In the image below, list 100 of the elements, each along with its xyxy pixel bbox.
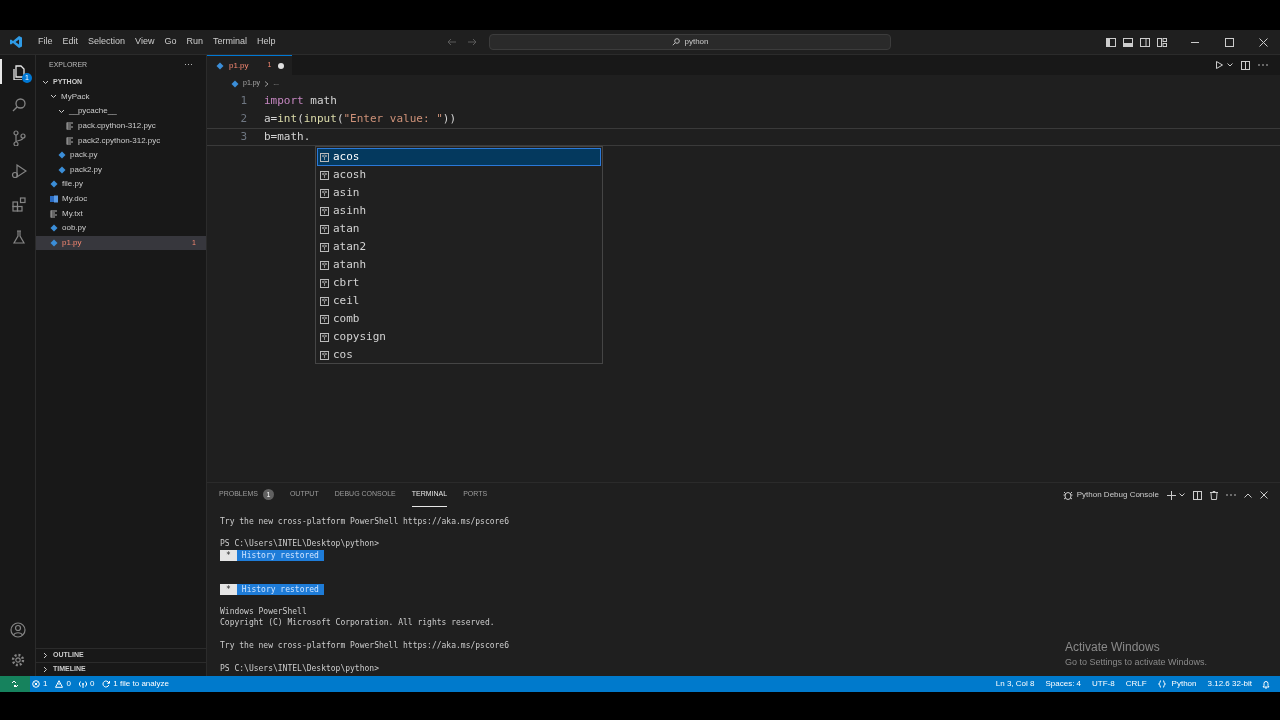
code-line: b=math. [264, 128, 311, 145]
maximize-icon[interactable] [1225, 37, 1234, 47]
suggestion-item[interactable]: cbrt [317, 274, 601, 292]
terminal-line: Try the new cross-platform PowerShell https://aka.ms/pscore6 [220, 515, 509, 528]
terminal-line: Copyright (C) Microsoft Corporation. All rights reserved. [220, 617, 495, 630]
chevron-down-icon[interactable] [1179, 493, 1185, 497]
search-text: python [684, 36, 709, 48]
line-number: 1 [239, 92, 247, 109]
toggle-panel-icon[interactable] [1123, 37, 1133, 47]
run-icon[interactable] [1216, 61, 1223, 69]
run-debug-icon [10, 162, 27, 179]
menu-item[interactable]: File [34, 34, 57, 50]
settings-icon[interactable] [9, 652, 26, 668]
split-layout-icon[interactable] [1140, 37, 1150, 47]
tree-item[interactable]: My.txt [36, 206, 206, 221]
suggestion-item[interactable]: acosh [317, 166, 601, 184]
history-marker: * [220, 550, 237, 562]
code-line: import math [264, 92, 337, 109]
account-icon[interactable] [9, 622, 26, 638]
suggestion-item[interactable]: copysign [317, 328, 601, 346]
remote-button[interactable] [0, 676, 30, 692]
menu-item[interactable]: Run [182, 34, 207, 50]
menu-item[interactable]: View [131, 34, 159, 50]
line-number: 3 [239, 128, 247, 145]
suggestion-item[interactable]: atanh [317, 256, 601, 274]
suggestion-item[interactable]: atan [317, 220, 601, 238]
tree-item[interactable]: oob.py [36, 220, 206, 236]
menu-item[interactable]: Edit [58, 34, 83, 50]
source-control-icon [10, 129, 27, 146]
cube-icon [320, 152, 329, 162]
chevron-down-icon[interactable] [1227, 63, 1233, 67]
sync-icon [102, 680, 111, 688]
close-icon[interactable] [1260, 491, 1268, 499]
tree-item[interactable]: My.doc [36, 191, 206, 207]
suggestion-item[interactable]: cos [317, 346, 601, 364]
close-icon[interactable] [1259, 37, 1268, 47]
tree-item[interactable]: __pycache__ [36, 104, 206, 119]
toggle-sidebar-icon[interactable] [1106, 37, 1116, 47]
document-file-icon [50, 195, 58, 204]
more-actions-button[interactable]: ··· [184, 58, 193, 72]
status-item[interactable]: 3.12.6 32-bit [1207, 678, 1252, 690]
files-icon [10, 63, 27, 80]
suggestion-item[interactable]: comb [317, 310, 601, 328]
history-restored-label: History restored [236, 550, 324, 562]
cube-icon [320, 224, 329, 234]
trash-icon[interactable] [1210, 490, 1218, 500]
back-arrow-icon[interactable] [447, 38, 458, 46]
cube-icon [320, 260, 329, 270]
search-field[interactable]: python [489, 34, 892, 50]
flask-icon [10, 228, 27, 245]
history-restored-label: History restored [236, 583, 324, 595]
menu-item[interactable]: Help [252, 34, 280, 50]
terminal-line: PS C:\Users\INTEL\Desktop\python> [220, 538, 379, 551]
bell-icon[interactable] [1262, 679, 1270, 689]
split-editor-icon[interactable] [1241, 60, 1250, 70]
menu-item[interactable]: Selection [84, 34, 130, 50]
tree-item[interactable]: MyPack [36, 89, 206, 105]
status-item[interactable]: Spaces: 4 [1045, 678, 1082, 690]
menu-item[interactable]: Terminal [208, 34, 251, 50]
bug-icon [1062, 490, 1073, 500]
antenna-icon [78, 680, 87, 688]
activation-message: Go to Settings to activate Windows. [1065, 656, 1208, 669]
tree-item[interactable]: file.py [36, 177, 206, 192]
activation-title: Activate Windows [1065, 639, 1161, 655]
terminal-line: Windows PowerShell [220, 606, 307, 618]
cube-icon [320, 314, 329, 324]
split-terminal-icon[interactable] [1193, 490, 1202, 500]
text-file-icon [66, 122, 74, 131]
warning-icon [55, 680, 64, 688]
error-icon [32, 680, 40, 688]
status-item[interactable]: Ln 3, Col 8 [995, 678, 1035, 690]
history-marker: * [220, 583, 237, 595]
plus-icon[interactable] [1167, 490, 1176, 500]
tree-item[interactable]: pack2.py [36, 162, 206, 178]
tree-item[interactable]: pack.py [36, 147, 206, 163]
terminal-line: Try the new cross-platform PowerShell https://aka.ms/pscore6 [220, 639, 509, 652]
forward-arrow-icon[interactable] [467, 38, 478, 46]
suggestion-item[interactable]: atan2 [317, 238, 601, 256]
layout-grid-icon[interactable] [1157, 37, 1167, 47]
suggestion-item[interactable]: ceil [317, 292, 601, 310]
status-item[interactable]: 1 [43, 678, 48, 690]
braces-icon [1157, 680, 1166, 688]
status-item[interactable]: CRLF [1125, 678, 1147, 690]
status-item[interactable]: Python [1171, 678, 1197, 690]
tree-item[interactable]: pack.cpython-312.pyc [36, 118, 206, 134]
tree-item[interactable]: pack2.cpython-312.pyc [36, 133, 206, 148]
status-item[interactable]: 0 [66, 678, 71, 690]
menu-item[interactable]: Go [160, 34, 181, 50]
terminal-name[interactable]: Python Debug Console [1076, 489, 1159, 501]
suggestion-item[interactable]: asinh [317, 202, 601, 220]
cube-icon [320, 206, 329, 216]
code-line: a=int(input("Enter value: ")) [264, 110, 457, 127]
search-icon [10, 96, 27, 113]
status-item[interactable]: UTF-8 [1092, 678, 1115, 690]
chevron-up-icon[interactable] [1244, 492, 1252, 498]
status-item[interactable]: 1 file to analyze [113, 678, 169, 690]
status-item[interactable]: 0 [89, 678, 95, 690]
suggestion-item[interactable]: asin [317, 184, 601, 202]
suggestion-item[interactable]: acos [317, 148, 601, 166]
cube-icon [320, 332, 329, 342]
